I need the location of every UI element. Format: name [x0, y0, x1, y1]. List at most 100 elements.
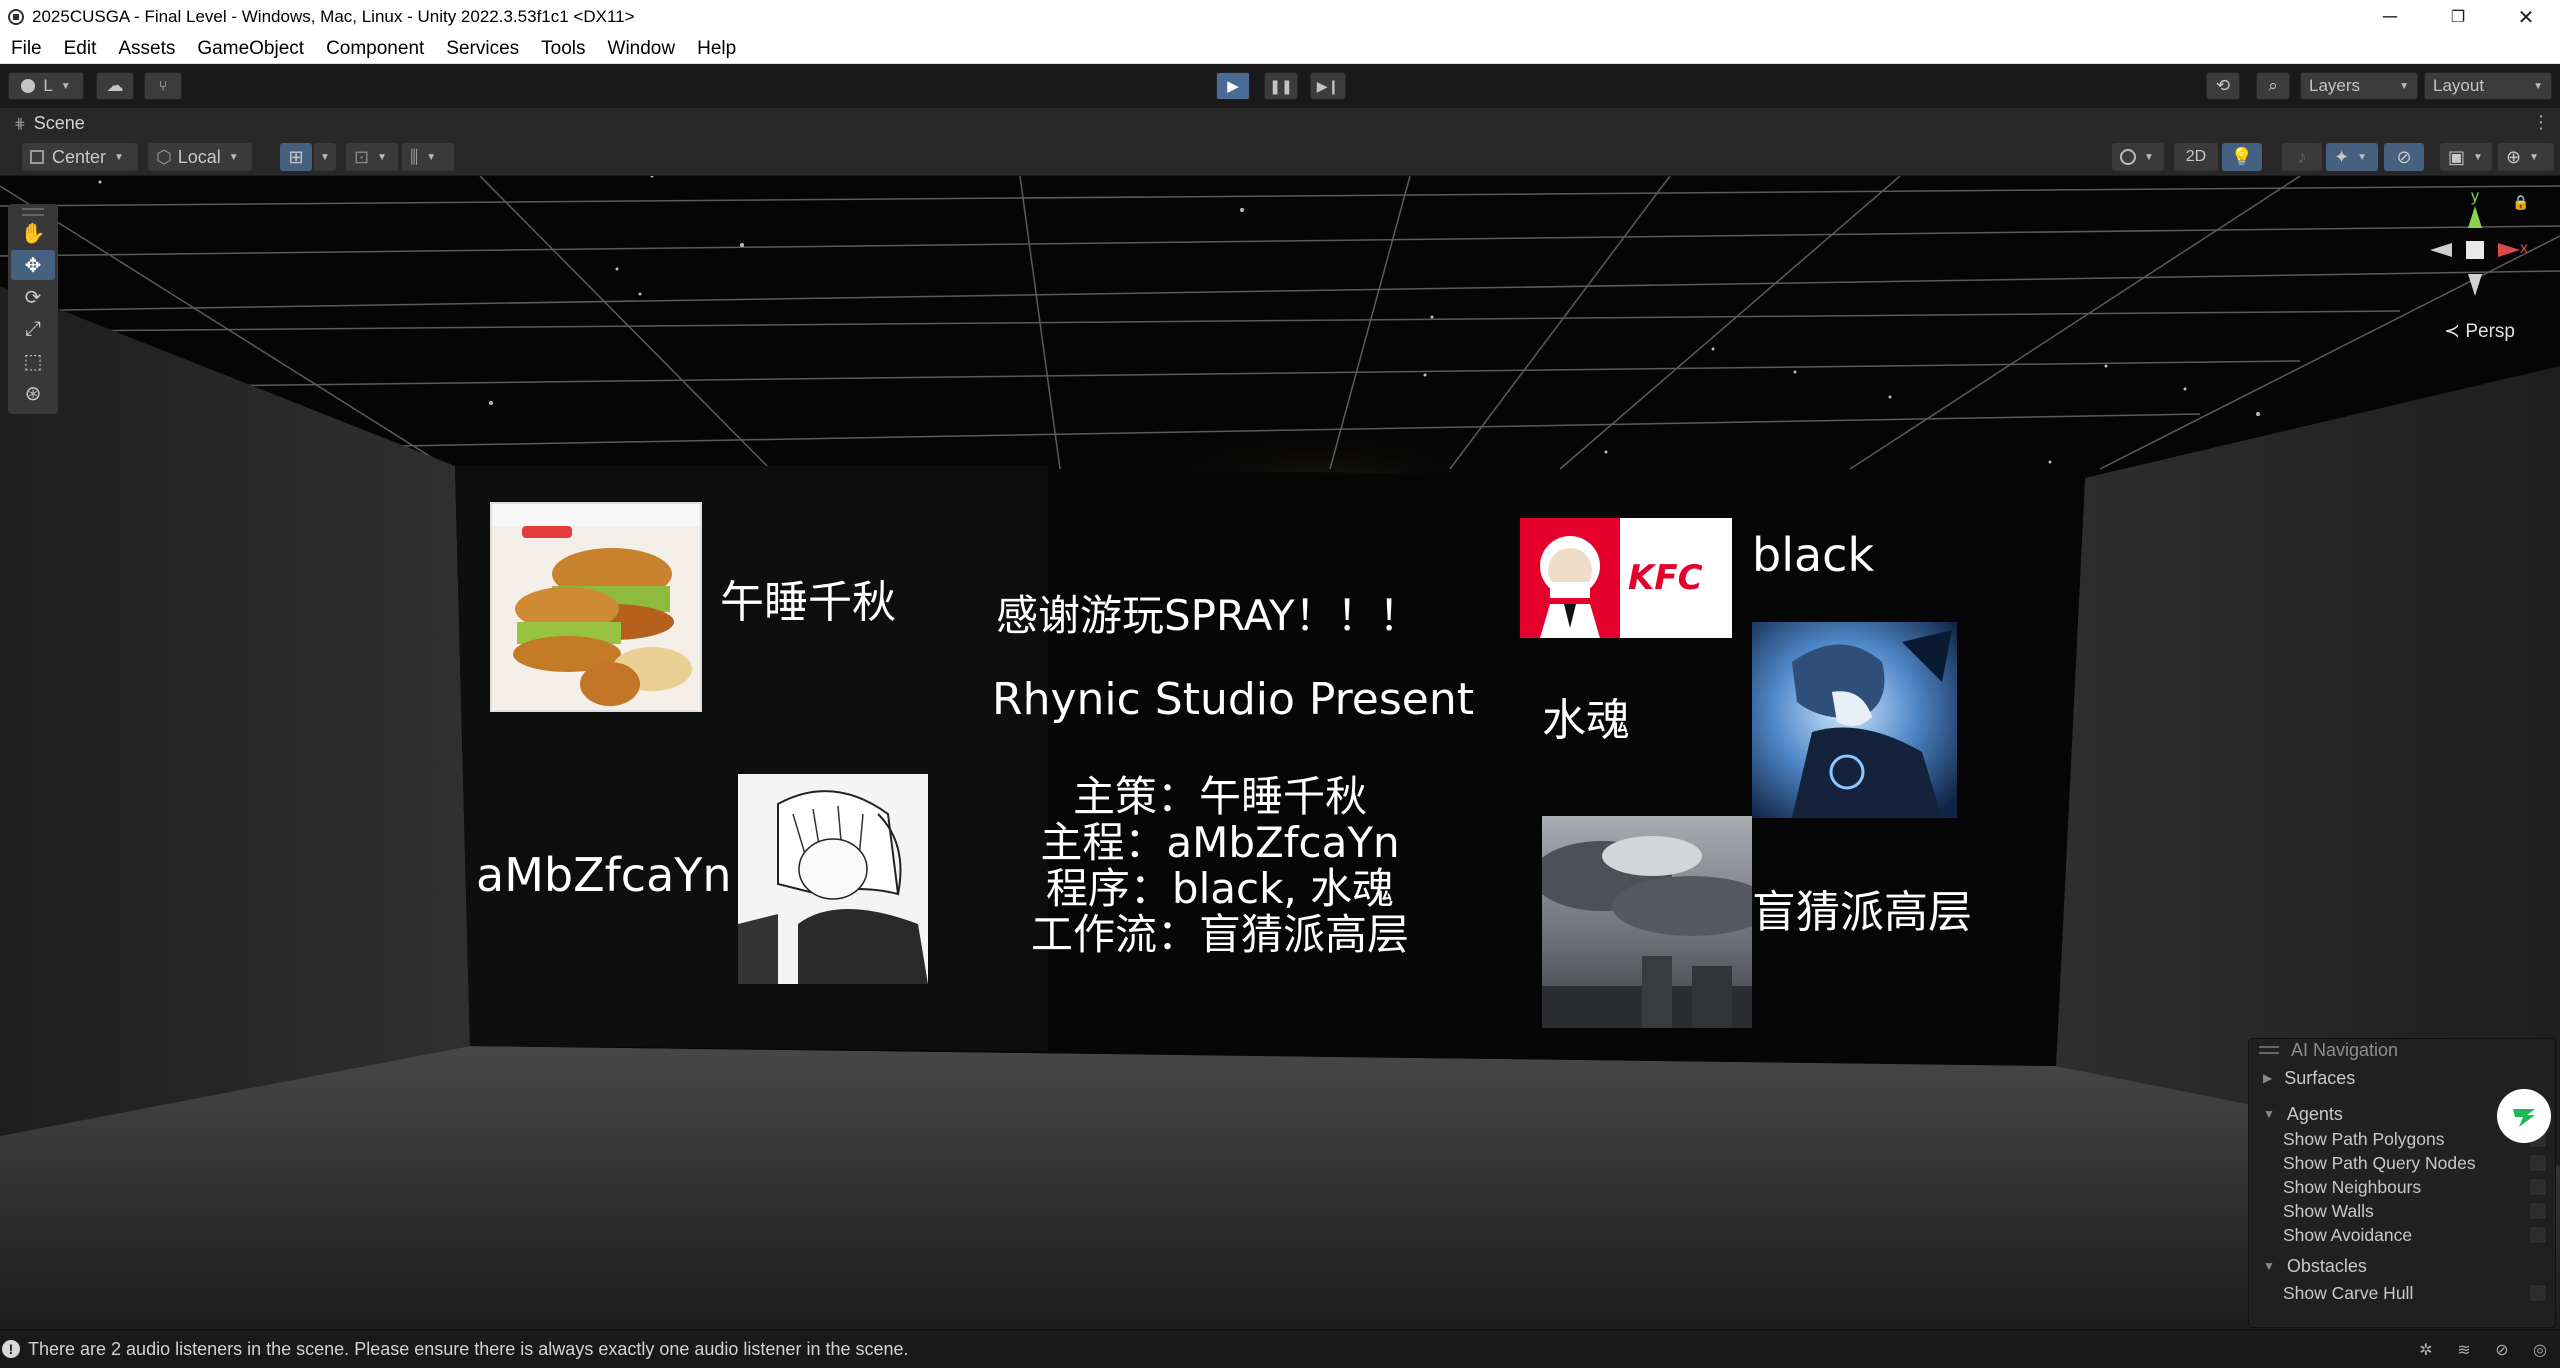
menu-window[interactable]: Window — [597, 38, 687, 60]
status-message[interactable]: There are 2 audio listeners in the scene… — [28, 1339, 909, 1360]
search-icon: ⌕ — [2268, 76, 2278, 95]
chevron-down-icon: ▼ — [2529, 151, 2539, 163]
role-lead-design: 主策：午睡千秋 — [1072, 772, 1367, 821]
lock-icon[interactable]: 🔒 — [2512, 194, 2529, 211]
ai-nav-title: AI Navigation — [2291, 1039, 2399, 1060]
tab-scene-label: Scene — [33, 112, 85, 133]
hand-tool-icon[interactable]: ✋ — [11, 218, 55, 248]
camera-icon: ▣ — [2448, 146, 2466, 167]
auto-generate-off-icon[interactable]: ⊘ — [2490, 1340, 2514, 1360]
menu-tools[interactable]: Tools — [530, 38, 596, 60]
step-button[interactable]: ▶❙ — [1310, 72, 1346, 100]
bug-icon[interactable]: ✲ — [2414, 1340, 2438, 1360]
gizmo-y-label: y — [2471, 188, 2479, 205]
show-walls-row[interactable]: Show Walls — [2249, 1199, 2555, 1223]
search-button[interactable]: ⌕ — [2256, 72, 2290, 100]
persp-chevron-icon: ≺ — [2444, 321, 2461, 342]
shading-sphere-icon — [2120, 149, 2136, 165]
menu-help[interactable]: Help — [686, 38, 747, 60]
anime-boy-image — [1752, 622, 1957, 818]
undo-history-button[interactable]: ⟲ — [2206, 72, 2240, 100]
scale-tool-icon[interactable]: ⤢ — [11, 314, 55, 344]
pivot-mode-dropdown[interactable]: Center ▼ — [22, 143, 138, 171]
show-avoidance-label: Show Avoidance — [2283, 1224, 2413, 1245]
transform-tool-icon[interactable]: ⊛ — [11, 378, 55, 408]
ai-navigation-icon[interactable] — [2497, 1089, 2551, 1143]
account-icon — [21, 79, 36, 93]
menu-gameobject[interactable]: GameObject — [186, 38, 315, 60]
menu-edit[interactable]: Edit — [53, 38, 108, 60]
effects-dropdown[interactable]: ✦ ▼ — [2326, 143, 2378, 171]
cache-server-icon[interactable]: ≋ — [2452, 1340, 2476, 1360]
projection-toggle[interactable]: ≺ Persp — [2444, 320, 2515, 343]
pause-button[interactable]: ❚❚ — [1264, 72, 1298, 100]
show-carve-hull-row[interactable]: Show Carve Hull — [2249, 1281, 2555, 1305]
cloud-button[interactable]: ☁ — [96, 72, 134, 100]
tab-scene[interactable]: ⋕ Scene — [0, 113, 85, 134]
surfaces-foldout[interactable]: ▶ Surfaces — [2249, 1065, 2555, 1091]
scene-viewport[interactable]: 午睡千秋 感谢游玩SPRAY！！！ Rhynic Studio Present … — [0, 176, 2560, 1329]
minimize-button[interactable]: ─ — [2356, 0, 2424, 34]
credits-thanks: 感谢游玩SPRAY！！！ — [996, 591, 1421, 640]
more-options-icon[interactable]: ⋮ — [2532, 112, 2550, 133]
chevron-down-icon: ▼ — [2399, 80, 2409, 92]
chevron-down-icon: ▼ — [60, 80, 71, 92]
grid-visibility-toggle[interactable]: ⊞ — [280, 143, 312, 171]
show-path-query-nodes-row[interactable]: Show Path Query Nodes — [2249, 1151, 2555, 1175]
chevron-down-icon: ▼ — [2263, 1259, 2275, 1273]
play-button[interactable]: ▶ — [1216, 72, 1250, 100]
surfaces-label: Surfaces — [2284, 1067, 2356, 1088]
show-walls-checkbox[interactable] — [2529, 1202, 2547, 1220]
scene-visibility-toggle[interactable]: ⊘ — [2384, 143, 2424, 171]
layers-label: Layers — [2309, 76, 2361, 95]
palette-grip-icon[interactable] — [22, 208, 44, 216]
speaker-icon: ♪ — [2297, 146, 2307, 167]
pivot-rotation-dropdown[interactable]: ⬡ Local ▼ — [148, 143, 252, 171]
show-path-query-nodes-checkbox[interactable] — [2529, 1154, 2547, 1172]
rect-tool-icon[interactable]: ⬚ — [11, 346, 55, 376]
layout-dropdown[interactable]: Layout ▼ — [2424, 72, 2552, 100]
account-dropdown[interactable]: L ▼ — [8, 72, 84, 100]
gizmos-globe-icon: ⊕ — [2506, 146, 2522, 167]
move-tool-icon[interactable]: ✥ — [11, 250, 55, 280]
audio-toggle[interactable]: ♪ — [2282, 143, 2322, 171]
menu-component[interactable]: Component — [315, 38, 435, 60]
collab-button[interactable]: ⑂ — [144, 72, 182, 100]
draw-mode-dropdown[interactable]: ▼ — [2112, 143, 2164, 171]
chevron-down-icon: ▼ — [2533, 80, 2543, 92]
cube-icon: ⬡ — [156, 146, 172, 167]
chevron-down-icon: ▼ — [377, 151, 387, 163]
background-tasks-icon[interactable]: ◎ — [2528, 1340, 2552, 1360]
rotate-tool-icon[interactable]: ⟳ — [11, 282, 55, 312]
show-carve-hull-checkbox[interactable] — [2529, 1284, 2547, 1302]
restore-button[interactable]: ❐ — [2424, 0, 2492, 34]
menu-services[interactable]: Services — [435, 38, 530, 60]
scene-tab-bar: ⋕ Scene ⋮ — [0, 108, 2560, 138]
ai-nav-header[interactable]: AI Navigation — [2249, 1039, 2555, 1061]
show-neighbours-row[interactable]: Show Neighbours — [2249, 1175, 2555, 1199]
chevron-down-icon: ▼ — [2263, 1107, 2275, 1121]
kfc-logo-image: KFC — [1520, 518, 1732, 638]
kfc-logo-text: KFC — [1628, 558, 1703, 598]
increment-snap-dropdown[interactable]: ⫼ ▼ — [402, 143, 454, 171]
chevron-down-icon: ▼ — [2473, 151, 2483, 163]
lighting-toggle[interactable]: 💡 — [2222, 143, 2262, 171]
menu-file[interactable]: File — [0, 38, 53, 60]
light-bulb-icon: 💡 — [2230, 146, 2254, 167]
show-neighbours-checkbox[interactable] — [2529, 1178, 2547, 1196]
layers-dropdown[interactable]: Layers ▼ — [2300, 72, 2418, 100]
close-button[interactable]: ✕ — [2492, 0, 2560, 34]
gizmos-dropdown[interactable]: ⊕ ▼ — [2498, 143, 2554, 171]
menu-assets[interactable]: Assets — [107, 38, 186, 60]
window-title: 2025CUSGA - Final Level - Windows, Mac, … — [32, 7, 635, 26]
show-avoidance-row[interactable]: Show Avoidance — [2249, 1223, 2555, 1247]
grid-options-dropdown[interactable]: ▼ — [314, 143, 336, 171]
toggle-2d-button[interactable]: 2D — [2174, 143, 2218, 171]
show-avoidance-checkbox[interactable] — [2529, 1226, 2547, 1244]
camera-settings-dropdown[interactable]: ▣ ▼ — [2440, 143, 2492, 171]
drag-grip-icon — [2259, 1046, 2279, 1054]
snap-increment-dropdown[interactable]: ⊡ ▼ — [346, 143, 398, 171]
pause-icon: ❚❚ — [1269, 77, 1293, 94]
obstacles-foldout[interactable]: ▼ Obstacles — [2249, 1253, 2555, 1279]
chevron-down-icon: ▼ — [2357, 151, 2367, 163]
